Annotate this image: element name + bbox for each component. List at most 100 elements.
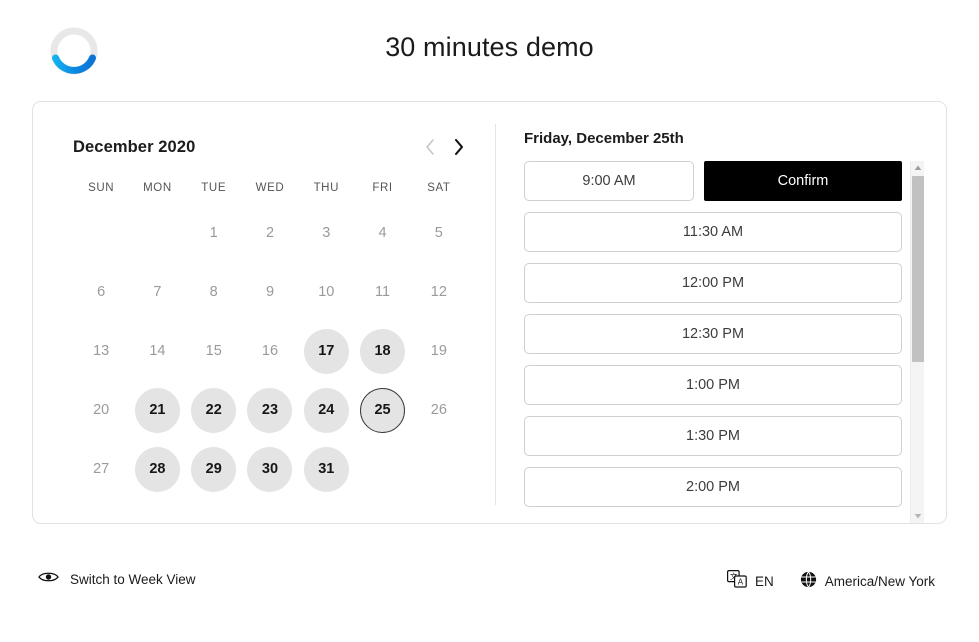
svg-text:A: A	[738, 578, 744, 587]
calendar-day-12: 12	[430, 284, 447, 300]
calendar-day-2: 2	[265, 225, 275, 241]
calendar-day-26: 26	[430, 402, 447, 418]
time-slot-row: 1:00 PM	[524, 365, 902, 405]
calendar-grid: 1 2 3 4 5 6 7 8 9 10 11 12 13 14 15 16 17 18 19 20 21 22 23 24 2…	[73, 204, 467, 498]
calendar-day-cell: 7	[129, 263, 185, 321]
time-slot-row: 1:30 PM	[524, 416, 902, 456]
calendar-week-row: 13 14 15 16 17 18 19	[73, 322, 467, 380]
time-slot-row: 11:30 AM	[524, 212, 902, 252]
calendar-day-cell: 28	[129, 440, 185, 498]
booking-card: December 2020 SUN MON TUE WED THU FRI SA…	[32, 101, 947, 524]
calendar-day-17[interactable]: 17	[303, 328, 349, 374]
calendar-day-16: 16	[261, 343, 279, 359]
calendar-day-7: 7	[153, 284, 162, 300]
weekday-label: THU	[313, 182, 339, 194]
footer-controls: 文 A EN America/New York	[726, 570, 935, 593]
calendar-day-19: 19	[430, 343, 447, 359]
time-slot-row: 9:00 AM Confirm	[524, 161, 902, 201]
chevron-left-icon[interactable]	[422, 136, 438, 158]
time-slot-11-30-am[interactable]: 11:30 AM	[524, 212, 902, 252]
calendar-day-8: 8	[209, 284, 218, 300]
calendar-day-cell: 16	[242, 322, 298, 380]
calendar-day-29[interactable]: 29	[191, 446, 237, 492]
time-slot-1-00-pm[interactable]: 1:00 PM	[524, 365, 902, 405]
time-slot-9-00-am[interactable]: 9:00 AM	[524, 161, 694, 201]
time-slot-2-00-pm[interactable]: 2:00 PM	[524, 467, 902, 507]
calendar-day-15: 15	[205, 343, 222, 359]
calendar-day-cell: 3	[298, 204, 354, 262]
calendar-day-cell: 31	[298, 440, 354, 498]
calendar-day-28[interactable]: 28	[134, 446, 180, 492]
language-selector[interactable]: 文 A EN	[726, 570, 774, 593]
calendar-week-row: 20 21 22 23 24 25 26	[73, 381, 467, 439]
calendar-day-cell: 8	[186, 263, 242, 321]
time-slot-row: 12:30 PM	[524, 314, 902, 354]
chevron-right-icon[interactable]	[451, 136, 467, 158]
calendar-day-25[interactable]: 25	[360, 387, 406, 433]
calendar-week-row: 27 28 29 30 31	[73, 440, 467, 498]
calendar-day-6: 6	[97, 284, 106, 300]
calendar-day-blank	[135, 211, 180, 256]
calendar-day-cell: 4	[354, 204, 410, 262]
page-title: 30 minutes demo	[385, 32, 594, 62]
calendar-day-5: 5	[434, 225, 443, 241]
calendar-day-cell: 25	[354, 381, 410, 439]
calendar-day-cell	[73, 204, 129, 262]
calendar-day-3: 3	[322, 225, 331, 241]
calendar-day-cell: 27	[73, 440, 129, 498]
calendar-week-row: 1 2 3 4 5	[73, 204, 467, 262]
calendar-day-14: 14	[149, 343, 166, 359]
calendar-day-cell: 22	[186, 381, 242, 439]
calendar-day-cell: 18	[354, 322, 410, 380]
calendar-day-cell: 13	[73, 322, 129, 380]
scroll-up-arrow-icon[interactable]	[911, 161, 924, 175]
calendar-day-23[interactable]: 23	[247, 387, 293, 433]
time-slot-1-30-pm[interactable]: 1:30 PM	[524, 416, 902, 456]
scrollbar-thumb[interactable]	[912, 176, 924, 362]
calendar-day-30[interactable]: 30	[247, 446, 293, 492]
selected-date-heading: Friday, December 25th	[524, 130, 684, 147]
calendar-day-13: 13	[93, 343, 110, 359]
calendar-day-1: 1	[209, 225, 218, 241]
weekday-label: MON	[143, 182, 172, 194]
weekday-label: FRI	[372, 182, 393, 194]
calendar-day-blank	[360, 447, 405, 492]
calendar-header: December 2020	[73, 132, 467, 162]
switch-week-view-button[interactable]: Switch to Week View	[38, 570, 196, 589]
timezone-selector[interactable]: America/New York	[800, 571, 935, 593]
weekday-label: TUE	[201, 182, 227, 194]
calendar-day-31[interactable]: 31	[303, 446, 349, 492]
page-footer: Switch to Week View 文 A EN America/New Y…	[0, 570, 979, 600]
time-slot-12-30-pm[interactable]: 12:30 PM	[524, 314, 902, 354]
globe-icon	[800, 571, 817, 593]
calendar-day-22[interactable]: 22	[191, 387, 237, 433]
calendar-day-cell: 26	[411, 381, 467, 439]
weekday-label: WED	[255, 182, 285, 194]
time-slots-scrollbar[interactable]	[910, 161, 924, 523]
time-slot-row: 12:00 PM	[524, 263, 902, 303]
weekday-label: SAT	[427, 182, 451, 194]
calendar-day-blank	[79, 211, 124, 256]
calendar-day-cell: 19	[411, 322, 467, 380]
calendar-day-cell: 10	[298, 263, 354, 321]
confirm-button[interactable]: Confirm	[704, 161, 902, 201]
calendar-day-11: 11	[375, 284, 391, 300]
calendar-day-cell: 23	[242, 381, 298, 439]
weekday-label: SUN	[88, 182, 115, 194]
time-slot-row: 2:00 PM	[524, 467, 902, 507]
calendar-day-24[interactable]: 24	[303, 387, 349, 433]
calendar-day-cell: 14	[129, 322, 185, 380]
scroll-down-arrow-icon[interactable]	[911, 509, 924, 523]
time-slot-list: 9:00 AM Confirm 11:30 AM 12:00 PM 12:30 PM 1:…	[524, 161, 902, 507]
calendar-day-cell: 11	[354, 263, 410, 321]
calendar-day-cell: 29	[186, 440, 242, 498]
calendar-day-9: 9	[265, 284, 275, 300]
time-slots-panel: Friday, December 25th 9:00 AM Confirm 11:3…	[496, 102, 946, 523]
calendar-day-cell	[129, 204, 185, 262]
calendar-day-20: 20	[93, 402, 110, 418]
calendar-day-21[interactable]: 21	[134, 387, 180, 433]
calendar-navigation	[422, 136, 467, 158]
calendar-day-cell: 9	[242, 263, 298, 321]
time-slot-12-00-pm[interactable]: 12:00 PM	[524, 263, 902, 303]
calendar-day-18[interactable]: 18	[360, 328, 406, 374]
